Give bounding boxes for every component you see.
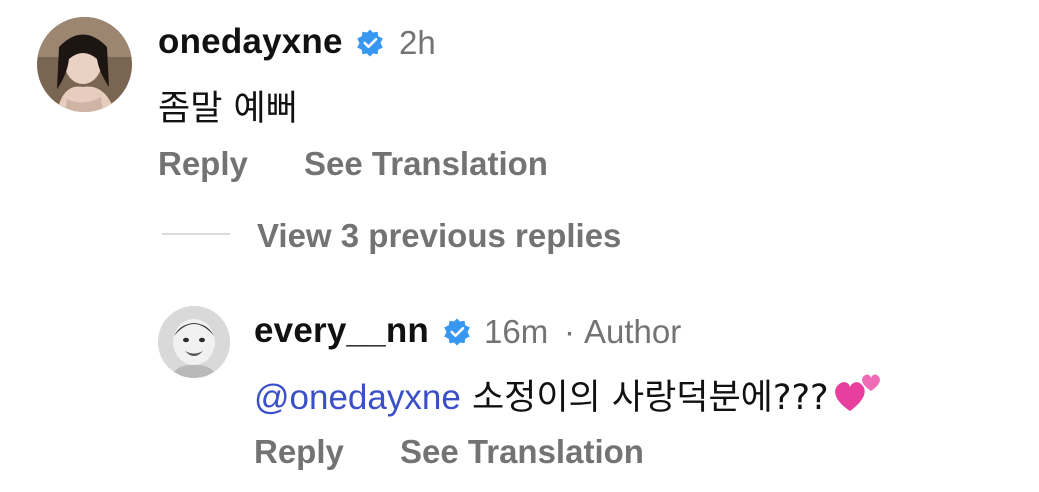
author-badge: Author (584, 313, 682, 350)
comment-username[interactable]: onedayxne (158, 22, 343, 62)
mention-link[interactable]: @onedayxne (254, 378, 461, 417)
view-previous-replies-button[interactable]: View 3 previous replies (257, 217, 621, 255)
two-hearts-icon (833, 371, 885, 424)
see-translation-button[interactable]: See Translation (400, 433, 644, 471)
reply-button[interactable]: Reply (158, 145, 248, 183)
reply-text: 소정이의 사랑덕분에??? (471, 378, 829, 418)
verified-badge-icon (444, 318, 470, 346)
reply-button[interactable]: Reply (254, 433, 344, 471)
reply-username[interactable]: every__nn (254, 311, 429, 351)
reply-timestamp: 16m (484, 313, 549, 350)
profile-photo (37, 17, 132, 112)
avatar-onedayxne[interactable] (37, 17, 132, 112)
profile-photo (158, 306, 230, 378)
see-translation-button[interactable]: See Translation (304, 145, 548, 183)
comment-body: 좀말 예뻐 (158, 89, 298, 129)
avatar-every-nn[interactable] (158, 306, 230, 378)
replies-divider (162, 233, 230, 235)
comment-timestamp: 2h (399, 24, 436, 61)
verified-badge-icon (357, 29, 383, 57)
reply-body: @onedayxne 소정이의 사랑덕분에??? (254, 369, 885, 424)
meta-separator: · (564, 313, 575, 350)
